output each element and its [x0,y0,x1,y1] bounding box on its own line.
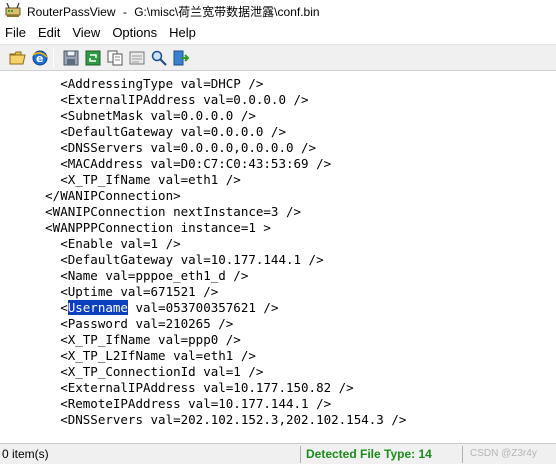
code-line: <RemoteIPAddress val=10.177.144.1 /> [0,396,332,411]
code-line: <X_TP_L2IfName val=eth1 /> [0,348,256,363]
status-separator [462,446,463,463]
menu-edit[interactable]: Edit [32,23,66,43]
menu-bar: File Edit View Options Help [0,23,556,43]
toolbar-separator [53,49,54,68]
code-line: <DefaultGateway val=0.0.0.0 /> [0,124,286,139]
detected-file-type: Detected File Type: 14 [306,447,432,461]
code-line: <WANIPConnection nextInstance=3 /> [0,204,302,219]
code-line: <Name val=pppoe_eth1_d /> [0,268,249,283]
config-text-view[interactable]: <AddressingType val=DHCP /> <ExternalIPA… [0,71,556,426]
line-suffix: val=053700357621 /> [127,300,279,315]
item-count: 0 item(s) [2,447,49,461]
internet-explorer-icon[interactable]: e [31,49,49,67]
refresh-icon[interactable] [84,49,102,67]
code-line: <SubnetMask val=0.0.0.0 /> [0,108,256,123]
toolbar: e [0,44,556,71]
properties-icon[interactable] [128,49,146,67]
code-line: <DNSServers val=202.102.152.3,202.102.15… [0,412,407,426]
file-path: G:\misc\荷兰宽带数据泄露\conf.bin [134,5,320,19]
code-line: <Enable val=1 /> [0,236,181,251]
code-line: <AddressingType val=DHCP /> [0,76,264,91]
code-line: <MACAddress val=D0:C7:C0:43:53:69 /> [0,156,332,171]
app-name: RouterPassView [27,5,116,19]
menu-file[interactable]: File [0,23,32,43]
save-icon[interactable] [62,49,80,67]
selected-text: Username [67,300,128,315]
status-bar: 0 item(s) Detected File Type: 14 CSDN @Z… [0,443,556,464]
code-line: <Password val=210265 /> [0,316,234,331]
line-prefix: < [0,300,68,315]
watermark: CSDN @Z3r4y [470,448,537,459]
menu-options[interactable]: Options [106,23,163,43]
copy-icon[interactable] [106,49,124,67]
code-line: <ExternalIPAddress val=10.177.150.82 /> [0,380,354,395]
open-folder-icon[interactable] [9,49,27,67]
window-title: RouterPassView - G:\misc\荷兰宽带数据泄露\conf.b… [27,3,320,20]
menu-help[interactable]: Help [163,23,202,43]
router-app-icon [5,2,21,18]
find-icon[interactable] [150,49,168,67]
exit-icon[interactable] [172,49,190,67]
code-line: <X_TP_ConnectionId val=1 /> [0,364,264,379]
menu-view[interactable]: View [66,23,106,43]
code-line: <DefaultGateway val=10.177.144.1 /> [0,252,324,267]
code-line: <Uptime val=671521 /> [0,284,219,299]
code-line: <X_TP_IfName val=ppp0 /> [0,332,241,347]
code-line: <ExternalIPAddress val=0.0.0.0 /> [0,92,309,107]
status-separator [300,446,301,463]
code-line: </WANIPConnection> [0,188,181,203]
code-line: <WANPPPConnection instance=1 > [0,220,271,235]
code-line: <X_TP_IfName val=eth1 /> [0,172,241,187]
title-separator: - [122,5,127,19]
title-bar: RouterPassView - G:\misc\荷兰宽带数据泄露\conf.b… [0,0,556,22]
code-line: <DNSServers val=0.0.0.0,0.0.0.0 /> [0,140,317,155]
code-line-selected: <Username val=053700357621 /> [0,300,278,316]
